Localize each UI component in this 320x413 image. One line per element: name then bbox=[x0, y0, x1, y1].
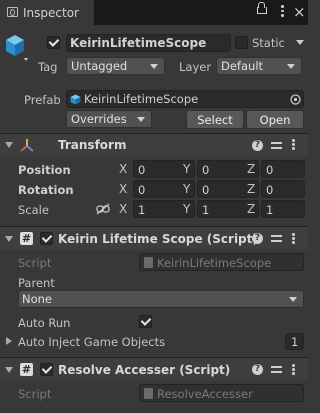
chevron-down-icon bbox=[289, 297, 297, 302]
rotation-y-label: Y bbox=[183, 182, 191, 196]
fold-arrow-icon[interactable] bbox=[5, 236, 13, 242]
position-z-value: 0 bbox=[266, 163, 274, 177]
auto-run-checkbox[interactable] bbox=[139, 315, 152, 328]
static-dropdown-arrow[interactable] bbox=[296, 40, 304, 45]
chevron-down-icon bbox=[287, 64, 295, 69]
active-checkbox[interactable] bbox=[47, 36, 60, 49]
position-x-value: 0 bbox=[138, 163, 146, 177]
kebab-icon[interactable] bbox=[292, 139, 295, 151]
overrides-dropdown[interactable]: Overrides bbox=[66, 110, 152, 128]
position-z-label: Z bbox=[247, 162, 256, 176]
script-label: Script bbox=[18, 387, 52, 401]
lifetime-scope-title: Keirin Lifetime Scope (Script) bbox=[58, 232, 258, 246]
layer-dropdown[interactable]: Default bbox=[216, 57, 302, 75]
lock-icon[interactable] bbox=[257, 2, 267, 14]
help-icon[interactable]: ? bbox=[252, 364, 263, 375]
transform-title: Transform bbox=[58, 138, 127, 152]
scale-z-field[interactable]: 1 bbox=[261, 200, 305, 218]
parent-value: None bbox=[22, 292, 53, 306]
fold-arrow-icon[interactable] bbox=[5, 367, 13, 373]
parent-dropdown[interactable]: None bbox=[18, 290, 304, 308]
script-field: ResolveAccesser bbox=[139, 384, 304, 402]
script-icon: # bbox=[20, 232, 33, 245]
preset-icon[interactable] bbox=[271, 140, 282, 151]
target-icon[interactable] bbox=[290, 94, 301, 105]
scale-label: Scale bbox=[18, 203, 49, 217]
select-button[interactable]: Select bbox=[186, 110, 244, 129]
rotation-z-value: 0 bbox=[266, 183, 274, 197]
prefab-label: Prefab bbox=[24, 93, 61, 107]
position-y-label: Y bbox=[183, 162, 191, 176]
tag-label: Tag bbox=[38, 60, 58, 74]
transform-icon bbox=[20, 139, 34, 152]
open-label: Open bbox=[259, 113, 291, 127]
static-checkbox[interactable] bbox=[235, 36, 248, 49]
prefab-value: KeirinLifetimeScope bbox=[84, 92, 199, 106]
lifetime-scope-header[interactable]: # Keirin Lifetime Scope (Script) ? bbox=[0, 227, 308, 250]
script-file-icon bbox=[144, 257, 153, 268]
rotation-label: Rotation bbox=[18, 183, 74, 197]
rotation-z-field[interactable]: 0 bbox=[261, 180, 305, 198]
resolve-accesser-enabled-checkbox[interactable] bbox=[40, 363, 53, 376]
static-label: Static bbox=[252, 36, 285, 50]
resolve-accesser-title: Resolve Accesser (Script) bbox=[58, 363, 231, 377]
fold-arrow-icon[interactable] bbox=[5, 142, 13, 148]
rotation-z-label: Z bbox=[247, 182, 256, 196]
script-file-icon bbox=[144, 388, 153, 399]
tab-inspector-label: Inspector bbox=[23, 6, 79, 20]
kebab-icon[interactable] bbox=[292, 364, 295, 376]
chevron-down-icon bbox=[150, 64, 158, 69]
script-value: KeirinLifetimeScope bbox=[157, 256, 272, 270]
auto-inject-count: 1 bbox=[291, 335, 299, 349]
position-z-field[interactable]: 0 bbox=[261, 160, 305, 178]
layer-label: Layer bbox=[179, 60, 212, 74]
link-icon[interactable] bbox=[96, 203, 110, 215]
scale-z-label: Z bbox=[247, 202, 256, 216]
open-button[interactable]: Open bbox=[246, 110, 304, 129]
parent-label: Parent bbox=[18, 276, 55, 290]
script-label: Script bbox=[18, 256, 52, 270]
preset-icon[interactable] bbox=[271, 364, 282, 375]
object-name-text: KeirinLifetimeScope bbox=[70, 36, 207, 50]
prefab-icon bbox=[70, 94, 81, 105]
prefab-field[interactable]: KeirinLifetimeScope bbox=[66, 90, 304, 108]
auto-run-label: Auto Run bbox=[18, 316, 71, 330]
scale-z-value: 1 bbox=[266, 203, 274, 217]
cube-icon[interactable] bbox=[4, 33, 28, 61]
rotation-y-value: 0 bbox=[202, 183, 210, 197]
auto-inject-label: Auto Inject Game Objects bbox=[18, 335, 166, 349]
script-field: KeirinLifetimeScope bbox=[139, 253, 304, 271]
close-icon[interactable]: × bbox=[293, 3, 306, 21]
position-label: Position bbox=[18, 163, 71, 177]
rotation-x-value: 0 bbox=[138, 183, 146, 197]
help-icon[interactable]: ? bbox=[252, 140, 263, 151]
auto-inject-count-field[interactable]: 1 bbox=[285, 333, 304, 350]
scale-x-value: 1 bbox=[138, 203, 146, 217]
lifetime-scope-enabled-checkbox[interactable] bbox=[40, 232, 53, 245]
rotation-x-label: X bbox=[119, 182, 128, 196]
scale-y-label: Y bbox=[183, 202, 191, 216]
tag-value: Untagged bbox=[71, 59, 128, 73]
script-icon: # bbox=[20, 363, 33, 376]
fold-arrow-icon[interactable] bbox=[6, 337, 12, 345]
kebab-icon[interactable] bbox=[281, 5, 285, 19]
scale-x-label: X bbox=[119, 202, 128, 216]
layer-value: Default bbox=[221, 59, 264, 73]
transform-header[interactable]: Transform ? bbox=[0, 134, 308, 156]
help-icon[interactable]: ? bbox=[252, 233, 263, 244]
kebab-icon[interactable] bbox=[292, 233, 295, 245]
resolve-accesser-header[interactable]: # Resolve Accesser (Script) ? bbox=[0, 358, 308, 381]
select-label: Select bbox=[197, 113, 233, 127]
inspector-icon bbox=[7, 7, 18, 17]
position-x-label: X bbox=[119, 162, 128, 176]
position-y-value: 0 bbox=[202, 163, 210, 177]
chevron-down-icon bbox=[137, 117, 145, 122]
overrides-label: Overrides bbox=[71, 112, 127, 126]
tab-inspector[interactable]: Inspector bbox=[0, 0, 94, 25]
object-name-field[interactable]: KeirinLifetimeScope bbox=[66, 34, 231, 52]
script-value: ResolveAccesser bbox=[157, 387, 253, 401]
tag-dropdown[interactable]: Untagged bbox=[66, 57, 165, 75]
scale-y-value: 1 bbox=[202, 203, 210, 217]
preset-icon[interactable] bbox=[271, 233, 282, 244]
